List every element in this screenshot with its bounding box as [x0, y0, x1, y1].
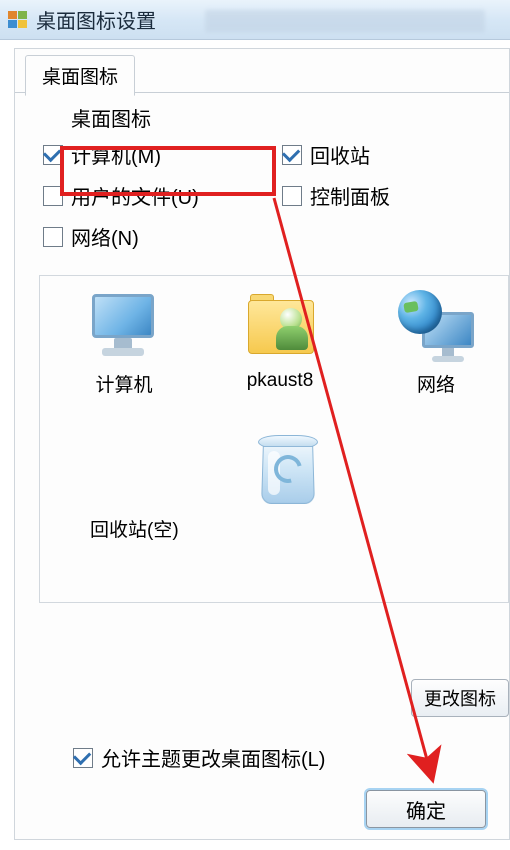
checkbox-label: 用户的文件(U) — [71, 181, 199, 210]
checkbox-box-icon — [73, 748, 93, 768]
checkbox-computer[interactable]: 计算机(M) — [43, 140, 262, 169]
app-icon — [8, 11, 28, 29]
change-icon-button[interactable]: 更改图标 — [411, 679, 509, 717]
checkbox-box-icon — [282, 145, 302, 165]
button-label: 确定 — [406, 801, 446, 823]
icon-computer[interactable]: 计算机 — [68, 290, 180, 397]
checkbox-label: 计算机(M) — [71, 140, 161, 169]
computer-icon — [84, 290, 164, 364]
checkbox-user-files[interactable]: 用户的文件(U) — [43, 181, 262, 210]
titlebar-blurred-text — [205, 10, 485, 32]
tab-content: 桌面图标 计算机(M) 回收站 用户的文件(U) 控制面板 网络(N) — [15, 93, 509, 611]
icon-recycle-bin[interactable]: 回收站(空) — [78, 425, 498, 542]
checkbox-box-icon — [43, 227, 63, 247]
tab-desktop-icons[interactable]: 桌面图标 — [25, 55, 135, 96]
user-folder-icon — [240, 290, 320, 364]
checkbox-box-icon — [43, 186, 63, 206]
checkbox-label: 控制面板 — [310, 181, 390, 210]
icon-user-folder[interactable]: pkaust8 — [224, 290, 336, 397]
checkbox-recycle-bin[interactable]: 回收站 — [282, 140, 501, 169]
icon-network[interactable]: 网络 — [380, 290, 492, 397]
icon-label: 网络 — [380, 370, 492, 397]
checkbox-allow-theme-change[interactable]: 允许主题更改桌面图标(L) — [73, 743, 325, 772]
ok-button[interactable]: 确定 — [366, 790, 486, 828]
icon-preview-group: 计算机 pkaust8 网络 — [39, 275, 509, 603]
tab-strip: 桌面图标 — [15, 49, 509, 93]
checkbox-label: 允许主题更改桌面图标(L) — [101, 743, 325, 772]
button-label: 更改图标 — [424, 689, 496, 709]
section-label-desktop-icons: 桌面图标 — [71, 103, 501, 132]
icon-label: 回收站(空) — [90, 515, 498, 542]
icon-row: 计算机 pkaust8 网络 — [68, 290, 498, 397]
window-title: 桌面图标设置 — [36, 5, 156, 34]
checkbox-box-icon — [282, 186, 302, 206]
checkbox-label: 回收站 — [310, 140, 370, 169]
dialog-body: 桌面图标 桌面图标 计算机(M) 回收站 用户的文件(U) 控制面板 — [14, 48, 510, 840]
network-icon — [396, 290, 476, 364]
checkbox-control-panel[interactable]: 控制面板 — [282, 181, 501, 210]
checkbox-box-icon — [43, 145, 63, 165]
icon-label: pkaust8 — [224, 370, 336, 392]
tab-label: 桌面图标 — [42, 67, 118, 88]
checkbox-grid: 计算机(M) 回收站 用户的文件(U) 控制面板 网络(N) — [43, 140, 501, 251]
checkbox-network[interactable]: 网络(N) — [43, 222, 262, 251]
checkbox-label: 网络(N) — [71, 222, 139, 251]
recycle-bin-icon — [248, 425, 328, 511]
icon-label: 计算机 — [68, 370, 180, 397]
